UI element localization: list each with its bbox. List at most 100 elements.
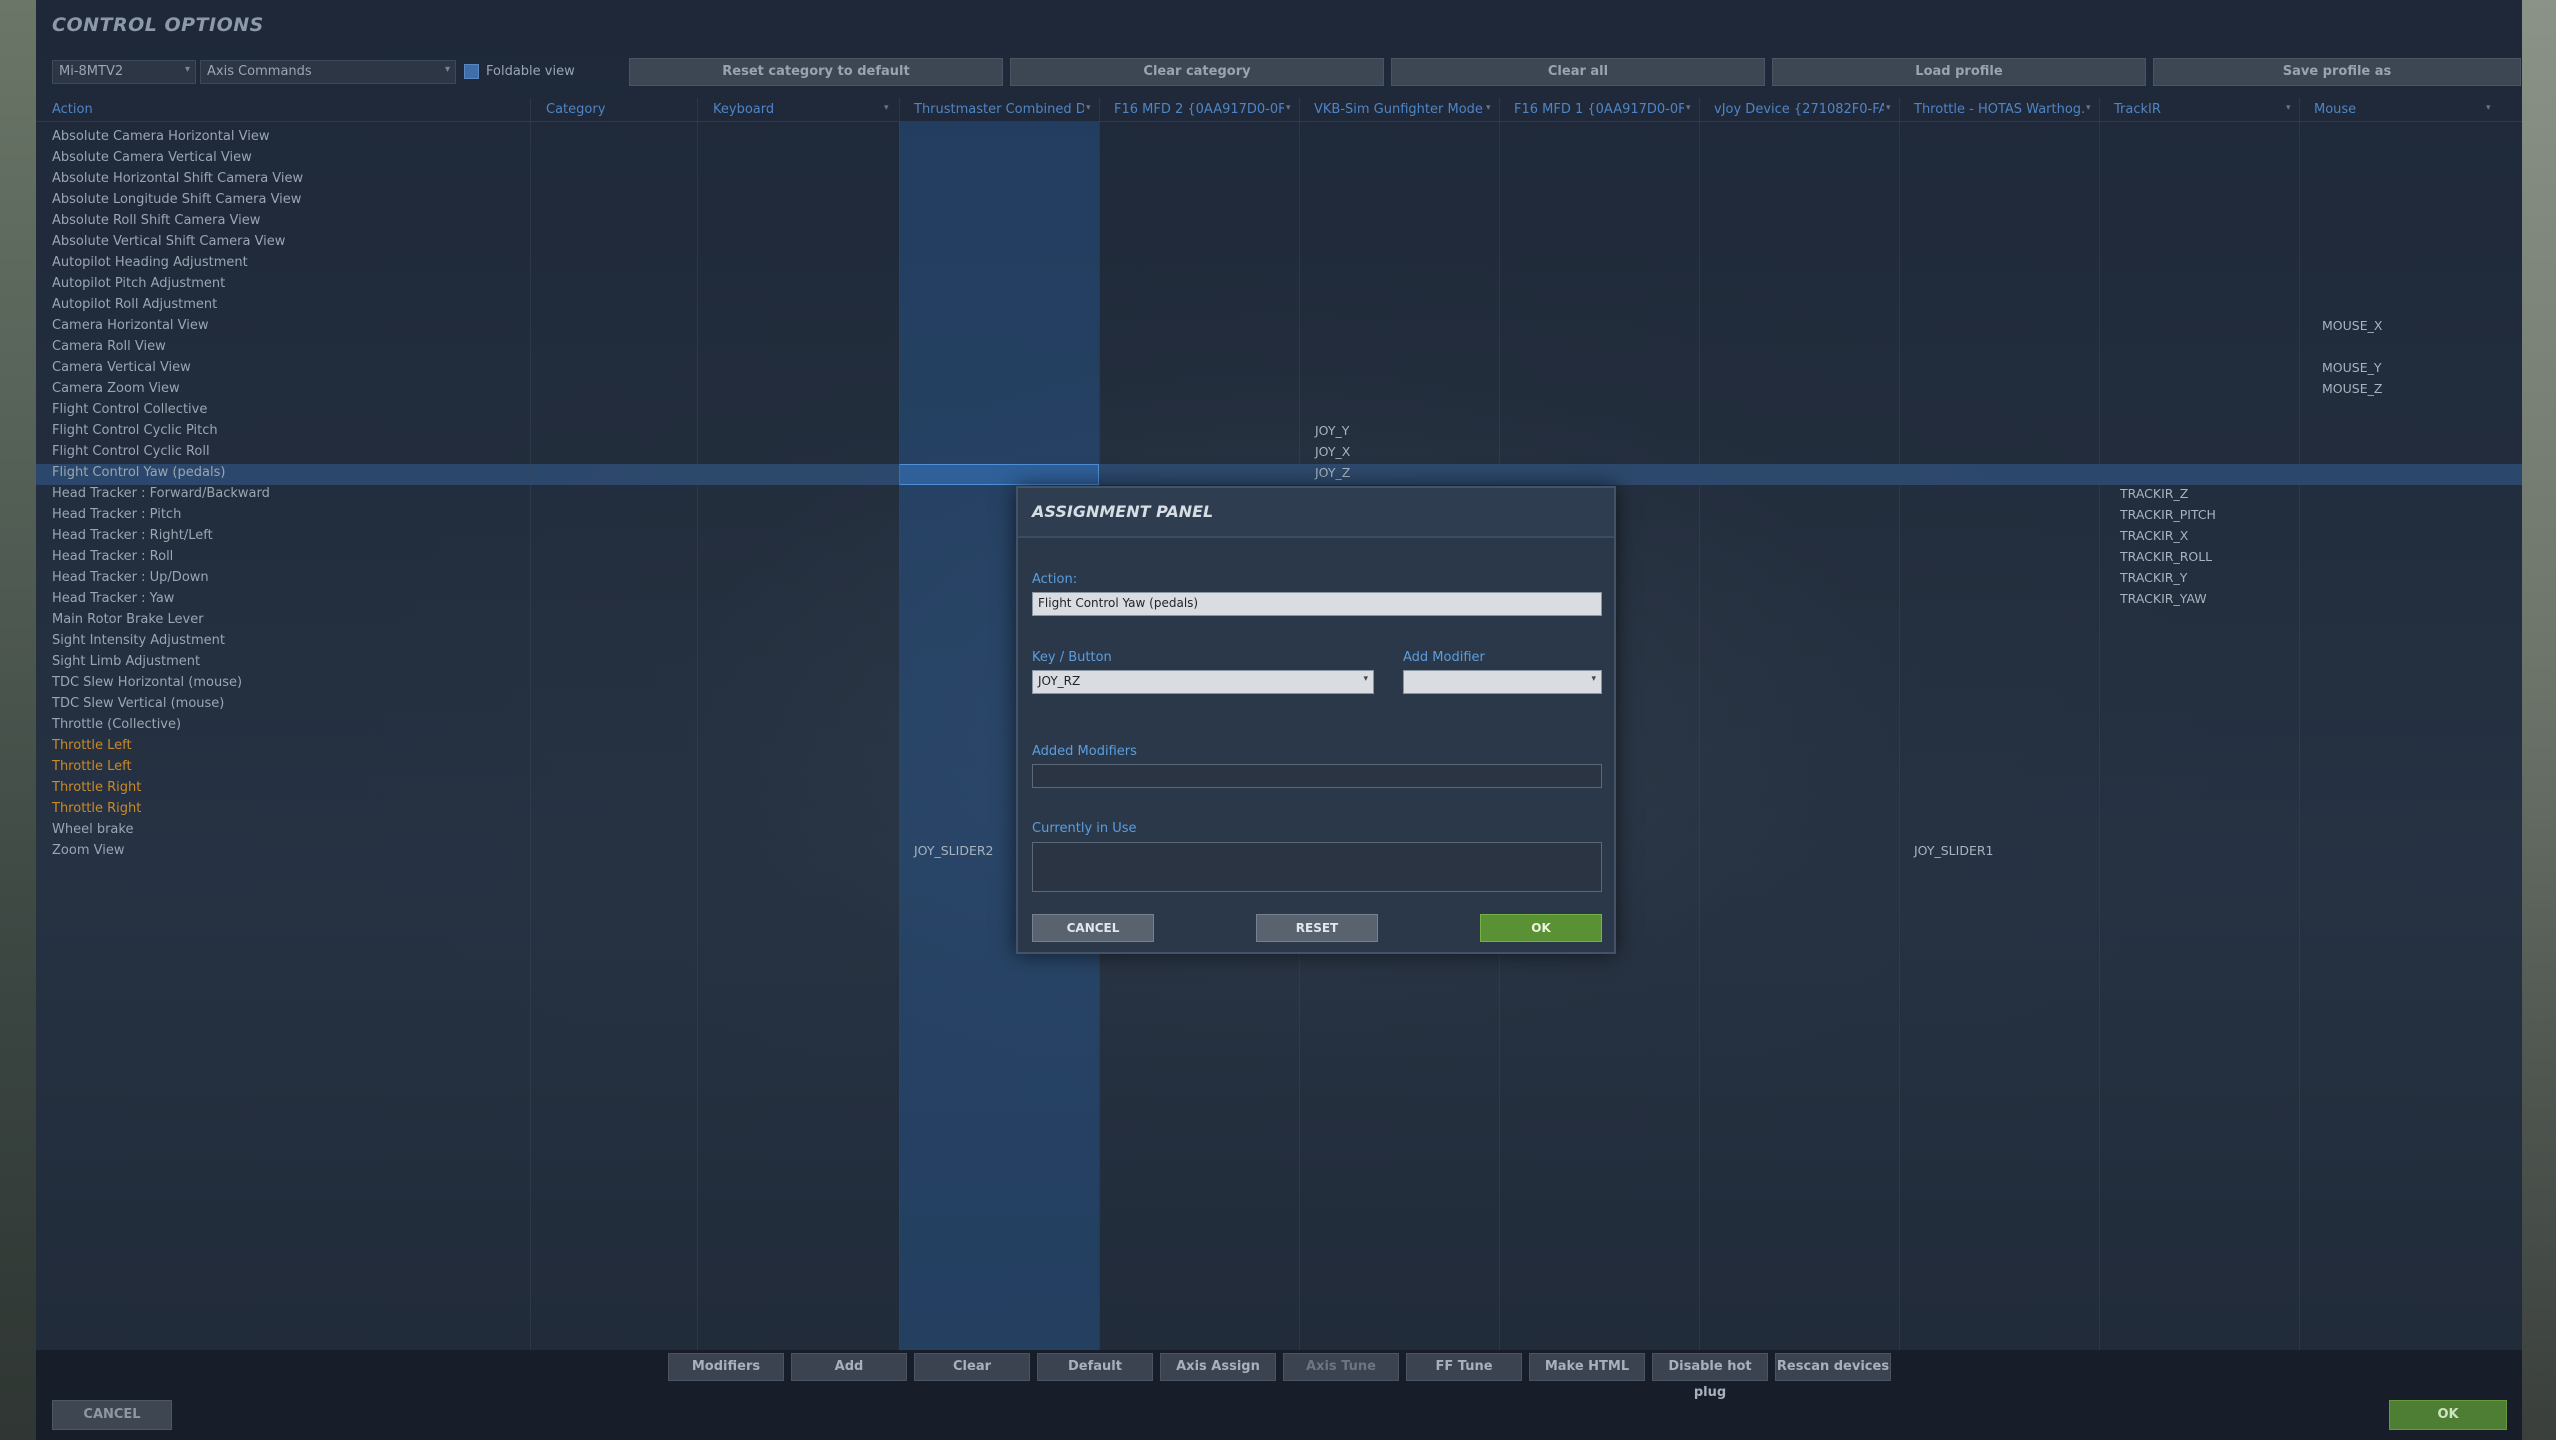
rescan-devices-button[interactable]: Rescan devices (1775, 1353, 1891, 1381)
dialog-reset-button[interactable]: RESET (1256, 914, 1378, 942)
chevron-down-icon[interactable]: ▾ (2486, 103, 2491, 113)
chevron-down-icon[interactable]: ▾ (1286, 103, 1291, 113)
table-row[interactable]: Flight Control Collective (36, 399, 2522, 420)
chevron-down-icon[interactable]: ▾ (1686, 103, 1691, 113)
table-row[interactable]: Flight Control Cyclic Roll JOY_X (36, 441, 2522, 462)
aircraft-select[interactable]: Mi-8MTV2 ▾ (52, 60, 196, 84)
category-select[interactable]: Axis Commands ▾ (200, 60, 456, 84)
row-action-label: Throttle (Collective) (52, 717, 182, 732)
table-row[interactable]: Autopilot Roll Adjustment (36, 294, 2522, 315)
table-row[interactable]: Flight Control Cyclic Pitch JOY_Y (36, 420, 2522, 441)
table-row[interactable]: Absolute Camera Vertical View (36, 147, 2522, 168)
table-row[interactable]: Flight Control Yaw (pedals) JOY_Z (36, 462, 2522, 483)
clear-all-button[interactable]: Clear all (1391, 58, 1765, 86)
column-header-f16-mfd1[interactable]: F16 MFD 1 {0AA917D0-0F... (1514, 102, 1684, 117)
default-button[interactable]: Default (1037, 1353, 1153, 1381)
dialog-ok-button[interactable]: OK (1480, 914, 1602, 942)
binding-cell-trackir[interactable]: TRACKIR_X (2120, 528, 2188, 543)
key-button-select[interactable]: JOY_RZ ▾ (1032, 670, 1374, 694)
row-action-label: Flight Control Collective (52, 402, 208, 417)
binding-cell-mouse[interactable]: MOUSE_Z (2322, 381, 2382, 396)
cancel-button[interactable]: CANCEL (52, 1400, 172, 1430)
column-header-vkb[interactable]: VKB-Sim Gunfighter Mode... (1314, 102, 1484, 117)
binding-cell-trackir[interactable]: TRACKIR_PITCH (2120, 507, 2216, 522)
action-field[interactable]: Flight Control Yaw (pedals) (1032, 592, 1602, 616)
table-row[interactable]: Absolute Vertical Shift Camera View (36, 231, 2522, 252)
column-header-f16-mfd2[interactable]: F16 MFD 2 {0AA917D0-0F... (1114, 102, 1284, 117)
make-html-button[interactable]: Make HTML (1529, 1353, 1645, 1381)
column-header-thrustmaster[interactable]: Thrustmaster Combined D... (914, 102, 1084, 117)
axis-assign-button[interactable]: Axis Assign (1160, 1353, 1276, 1381)
row-action-label: Absolute Roll Shift Camera View (52, 213, 261, 228)
table-row[interactable]: Camera Vertical View MOUSE_Y (36, 357, 2522, 378)
ff-tune-button[interactable]: FF Tune (1406, 1353, 1522, 1381)
category-select-value: Axis Commands (207, 64, 312, 79)
binding-cell-thrustmaster[interactable]: JOY_SLIDER2 (914, 843, 993, 858)
background-right (2522, 0, 2556, 1440)
disable-hot-plug-button[interactable]: Disable hot plug (1652, 1353, 1768, 1400)
column-header-action[interactable]: Action (52, 102, 522, 117)
ok-button[interactable]: OK (2389, 1400, 2507, 1430)
row-action-label: Flight Control Cyclic Pitch (52, 423, 218, 438)
column-header-throttle[interactable]: Throttle - HOTAS Warthog... (1914, 102, 2084, 117)
foldable-view-checkbox[interactable] (464, 64, 479, 79)
column-header-category[interactable]: Category (546, 102, 686, 117)
binding-cell-throttle[interactable]: JOY_SLIDER1 (1914, 843, 1993, 858)
column-header-vjoy[interactable]: vJoy Device {271082F0-FA... (1714, 102, 1884, 117)
binding-cell-trackir[interactable]: TRACKIR_Z (2120, 486, 2188, 501)
aircraft-select-value: Mi-8MTV2 (59, 64, 124, 79)
assignment-panel-titlebar: ASSIGNMENT PANEL (1018, 488, 1614, 538)
dialog-cancel-button[interactable]: CANCEL (1032, 914, 1154, 942)
chevron-down-icon: ▾ (444, 64, 450, 75)
key-button-label: Key / Button (1032, 650, 1112, 665)
row-action-label: TDC Slew Horizontal (mouse) (52, 675, 243, 690)
key-button-value: JOY_RZ (1038, 674, 1081, 688)
foldable-view-label: Foldable view (486, 64, 575, 79)
modifiers-button[interactable]: Modifiers (668, 1353, 784, 1381)
chevron-down-icon[interactable]: ▾ (1486, 103, 1491, 113)
row-action-label: Throttle Right (52, 801, 142, 816)
binding-cell-trackir[interactable]: TRACKIR_Y (2120, 570, 2187, 585)
row-action-label: TDC Slew Vertical (mouse) (52, 696, 225, 711)
chevron-down-icon[interactable]: ▾ (2086, 103, 2091, 113)
binding-cell-vkb[interactable]: JOY_X (1315, 444, 1350, 459)
added-modifiers-box[interactable] (1032, 764, 1602, 788)
table-row[interactable]: Camera Zoom View MOUSE_Z (36, 378, 2522, 399)
binding-cell-mouse[interactable]: MOUSE_X (2322, 318, 2382, 333)
row-action-label: Camera Roll View (52, 339, 166, 354)
row-action-label: Head Tracker : Forward/Backward (52, 486, 270, 501)
row-action-label: Wheel brake (52, 822, 134, 837)
binding-cell-trackir[interactable]: TRACKIR_ROLL (2120, 549, 2212, 564)
add-button[interactable]: Add (791, 1353, 907, 1381)
chevron-down-icon[interactable]: ▾ (1886, 103, 1891, 113)
background-left (0, 0, 36, 1440)
table-row[interactable]: Absolute Horizontal Shift Camera View (36, 168, 2522, 189)
column-header-mouse[interactable]: Mouse (2314, 102, 2484, 117)
row-action-label: Main Rotor Brake Lever (52, 612, 204, 627)
binding-cell-trackir[interactable]: TRACKIR_YAW (2120, 591, 2207, 606)
chevron-down-icon[interactable]: ▾ (2286, 103, 2291, 113)
row-action-label: Sight Intensity Adjustment (52, 633, 225, 648)
save-profile-as-button[interactable]: Save profile as (2153, 58, 2521, 86)
chevron-down-icon: ▾ (184, 64, 190, 75)
table-row[interactable]: Absolute Roll Shift Camera View (36, 210, 2522, 231)
clear-button[interactable]: Clear (914, 1353, 1030, 1381)
load-profile-button[interactable]: Load profile (1772, 58, 2146, 86)
chevron-down-icon[interactable]: ▾ (884, 103, 889, 113)
table-row[interactable]: Camera Horizontal View MOUSE_X (36, 315, 2522, 336)
chevron-down-icon[interactable]: ▾ (1086, 103, 1091, 113)
clear-category-button[interactable]: Clear category (1010, 58, 1384, 86)
binding-cell-vkb[interactable]: JOY_Z (1315, 465, 1350, 480)
binding-cell-vkb[interactable]: JOY_Y (1315, 423, 1349, 438)
table-row[interactable]: Autopilot Pitch Adjustment (36, 273, 2522, 294)
table-row[interactable]: Absolute Longitude Shift Camera View (36, 189, 2522, 210)
table-row[interactable]: Camera Roll View (36, 336, 2522, 357)
table-row[interactable]: Autopilot Heading Adjustment (36, 252, 2522, 273)
axis-tune-button[interactable]: Axis Tune (1283, 1353, 1399, 1381)
table-row[interactable]: Absolute Camera Horizontal View (36, 126, 2522, 147)
column-header-keyboard[interactable]: Keyboard (713, 102, 883, 117)
binding-cell-mouse[interactable]: MOUSE_Y (2322, 360, 2382, 375)
reset-category-button[interactable]: Reset category to default (629, 58, 1003, 86)
add-modifier-select[interactable]: ▾ (1403, 670, 1602, 694)
column-header-trackir[interactable]: TrackIR (2114, 102, 2284, 117)
